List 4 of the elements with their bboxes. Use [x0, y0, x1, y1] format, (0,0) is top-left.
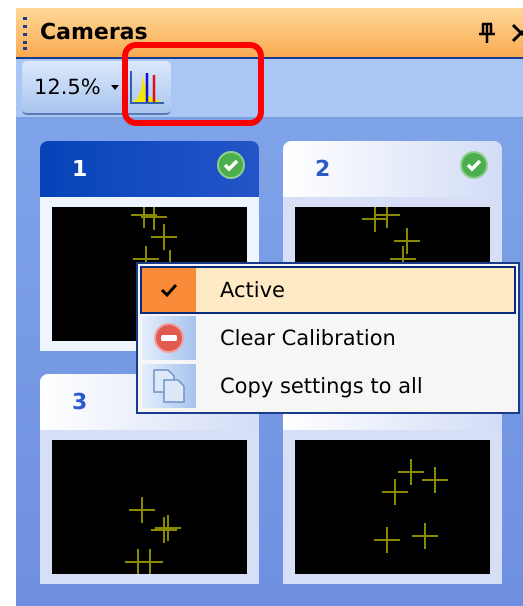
camera-number: 1: [72, 156, 88, 182]
camera-number: 3: [72, 390, 88, 414]
panel-title: Cameras: [40, 20, 149, 45]
camera-number: 2: [315, 156, 330, 182]
